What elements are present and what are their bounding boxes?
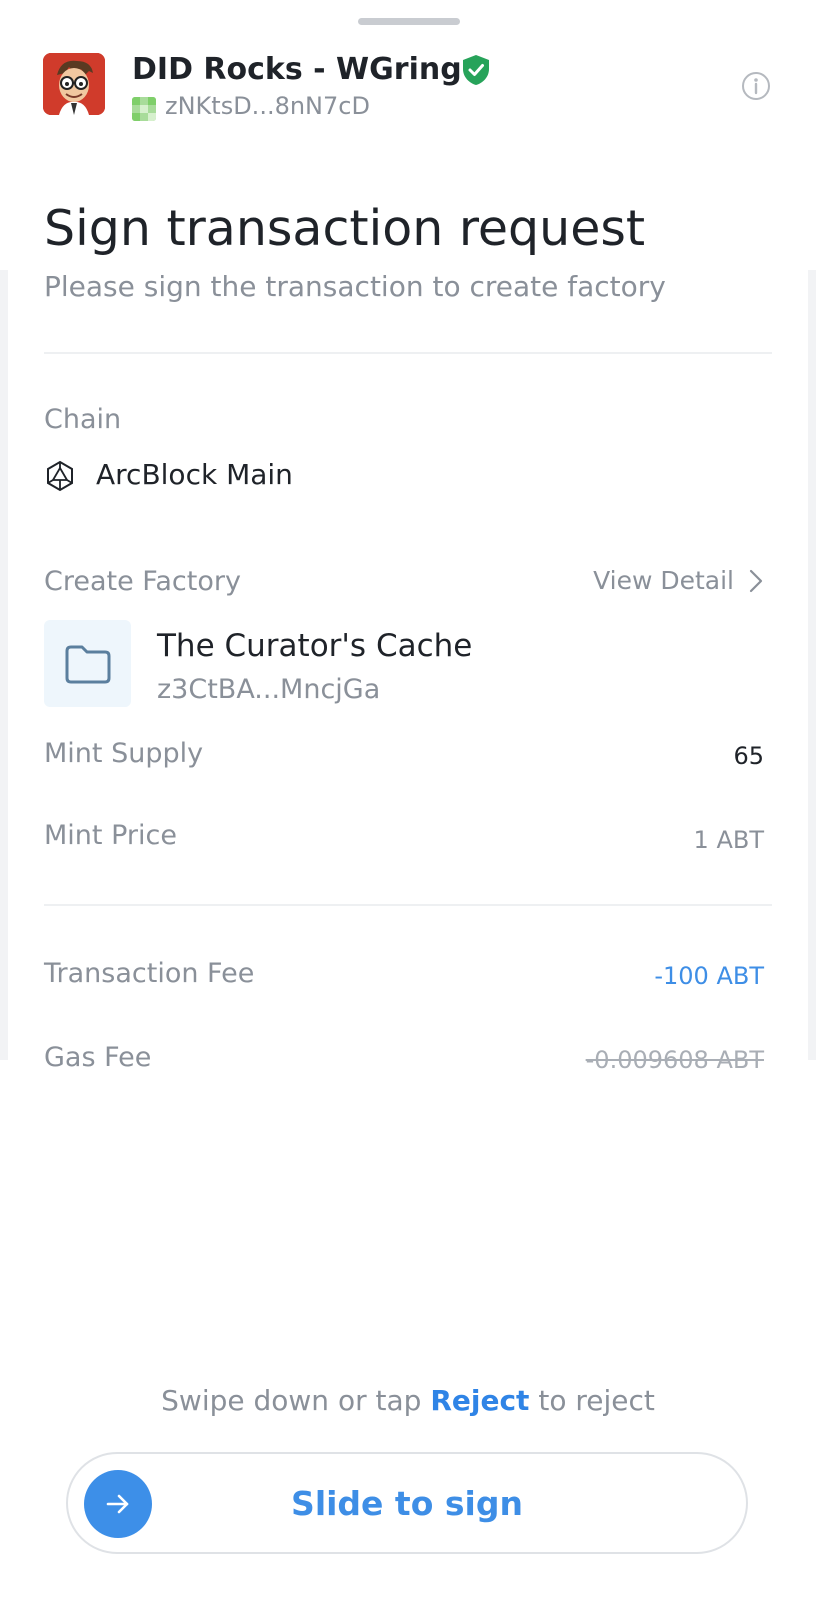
mint-supply-value: 65 bbox=[733, 742, 764, 770]
reject-hint-prefix: Swipe down or tap bbox=[161, 1384, 431, 1417]
factory-address: z3CtBA...MncjGa bbox=[157, 674, 381, 705]
verified-shield-icon bbox=[461, 54, 491, 86]
transaction-fee-label: Transaction Fee bbox=[44, 958, 255, 989]
sign-request-sheet: DID Rocks - WGring zNKtsD...8nN7cD Sign … bbox=[0, 0, 816, 1600]
factory-name: The Curator's Cache bbox=[157, 628, 473, 664]
reject-link[interactable]: Reject bbox=[430, 1384, 529, 1417]
reject-hint: Swipe down or tap Reject to reject bbox=[0, 1384, 816, 1417]
backdrop-edge-right bbox=[808, 270, 816, 1060]
gas-fee-label: Gas Fee bbox=[44, 1042, 152, 1073]
reject-hint-suffix: to reject bbox=[529, 1384, 655, 1417]
info-icon[interactable] bbox=[740, 70, 772, 102]
factory-thumbnail bbox=[44, 620, 131, 707]
mint-price-value: 1 ABT bbox=[693, 826, 764, 854]
mint-price-label: Mint Price bbox=[44, 820, 177, 851]
chevron-right-icon bbox=[749, 569, 763, 592]
page-subtitle: Please sign the transaction to create fa… bbox=[44, 270, 666, 303]
page-title: Sign transaction request bbox=[44, 200, 646, 257]
avatar-cartoon-icon bbox=[43, 53, 105, 115]
view-detail-link[interactable]: View Detail bbox=[593, 566, 764, 595]
drag-handle[interactable] bbox=[358, 18, 460, 25]
chain-name: ArcBlock Main bbox=[96, 458, 293, 491]
mint-supply-label: Mint Supply bbox=[44, 738, 204, 769]
slide-to-sign-label: Slide to sign bbox=[291, 1484, 523, 1523]
app-did-address[interactable]: zNKtsD...8nN7cD bbox=[165, 92, 370, 120]
gas-fee-value: -0.009608 ABT bbox=[585, 1046, 764, 1074]
slide-to-sign-slider[interactable]: Slide to sign bbox=[66, 1452, 748, 1554]
chain-label: Chain bbox=[44, 404, 122, 435]
did-avatar-icon bbox=[132, 97, 156, 121]
divider bbox=[44, 904, 772, 906]
transaction-fee-value: -100 ABT bbox=[654, 962, 764, 990]
app-name: DID Rocks - WGring bbox=[132, 52, 462, 87]
arcblock-icon bbox=[44, 460, 76, 492]
backdrop-edge-left bbox=[0, 270, 8, 1060]
create-factory-label: Create Factory bbox=[44, 566, 241, 597]
app-logo bbox=[43, 53, 105, 115]
divider bbox=[44, 352, 772, 354]
folder-icon bbox=[65, 645, 111, 684]
view-detail-label: View Detail bbox=[593, 566, 734, 595]
